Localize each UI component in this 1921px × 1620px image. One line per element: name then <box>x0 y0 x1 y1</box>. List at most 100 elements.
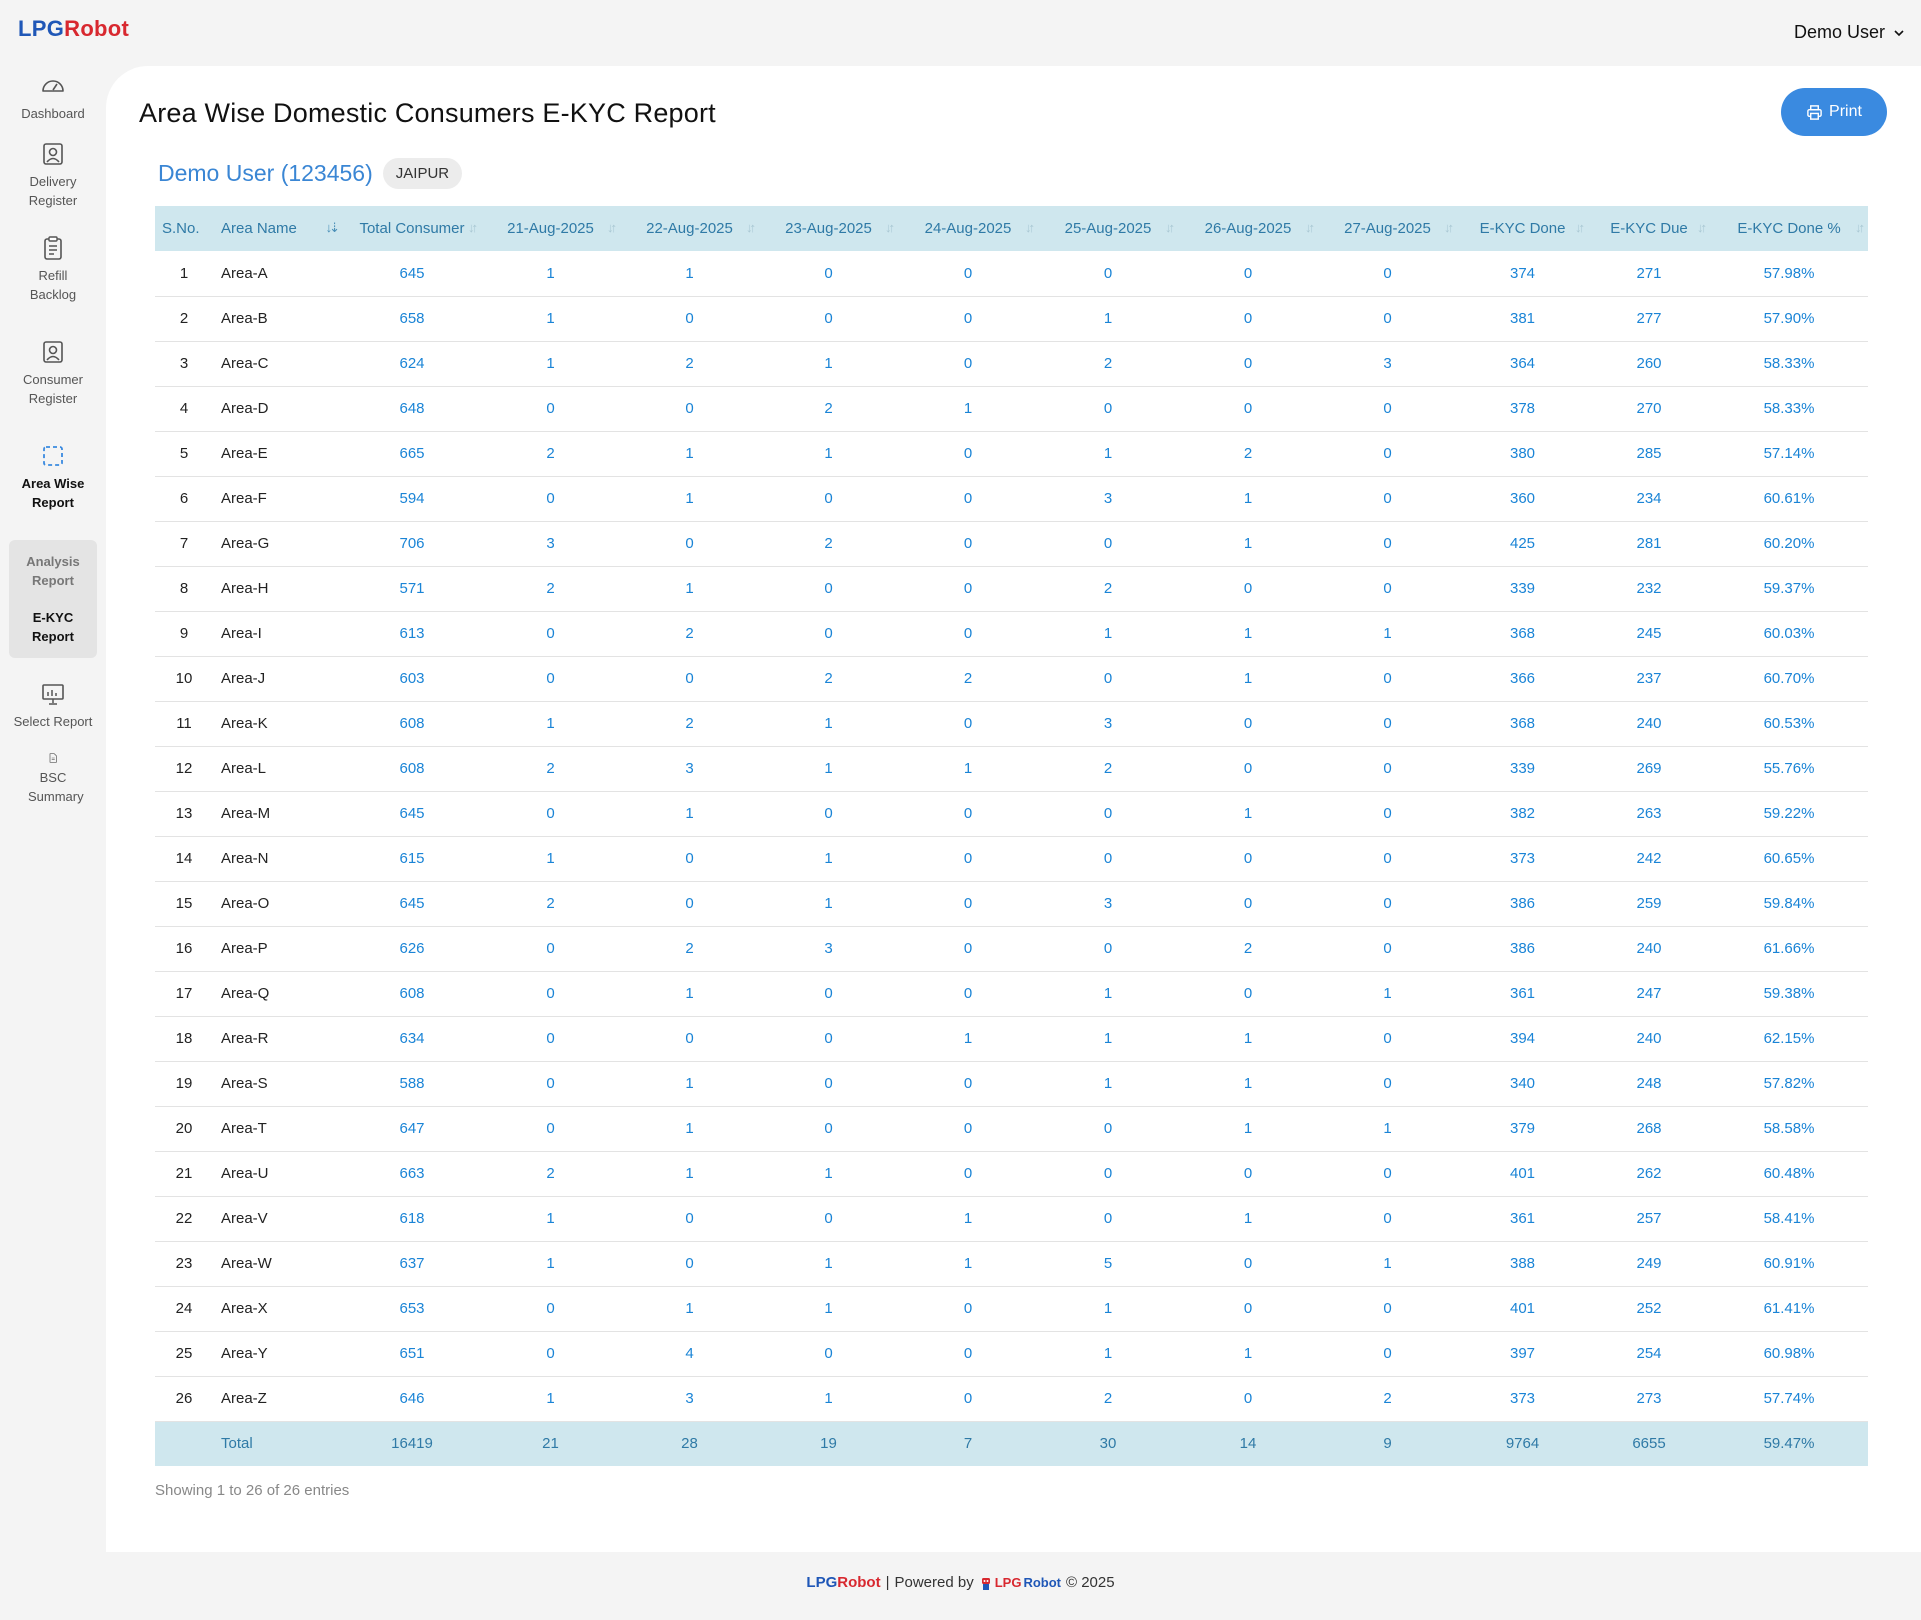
column-header[interactable]: 25-Aug-2025 ↓↑ <box>1038 206 1178 251</box>
column-header-label: Area Name <box>221 220 297 237</box>
sidebar-item-label: Area Wise Report <box>21 476 85 510</box>
table-cell: 0 <box>898 836 1038 882</box>
table-body: 1 Area-A 645 1 1 0 0 0 0 0 374 271 57.98% 2 Area-B 658 1… <box>155 251 1868 1466</box>
table-cell: 2 <box>620 701 759 747</box>
table-cell: 0 <box>620 1241 759 1287</box>
table-cell: 60.70% <box>1710 656 1868 702</box>
table-cell: 1 <box>898 386 1038 432</box>
table-cell: 0 <box>898 341 1038 387</box>
city-badge: JAIPUR <box>382 158 463 189</box>
table-cell: 57.90% <box>1710 296 1868 342</box>
table-row: 10 Area-J 603 0 0 2 2 0 1 0 366 237 60.70% <box>155 656 1868 702</box>
footer: LPGRobot | Powered by LPG Robot © 2025 <box>0 1574 1921 1591</box>
footer-brand-lpg: LPG <box>806 1574 838 1591</box>
table-cell: 2 <box>481 746 620 792</box>
table-cell: 0 <box>1038 251 1178 297</box>
column-header[interactable]: 21-Aug-2025 ↓↑ <box>481 206 620 251</box>
table-cell: 368 <box>1457 701 1588 747</box>
table-cell: Area-Q <box>213 971 343 1017</box>
table-cell: 0 <box>759 251 898 297</box>
user-menu[interactable]: Demo User <box>1794 22 1905 43</box>
document-icon <box>49 753 57 763</box>
sidebar-item-label: Refill Backlog <box>29 268 77 302</box>
table-cell: 2 <box>481 1151 620 1197</box>
table-cell: 242 <box>1588 836 1710 882</box>
table-cell: 21 <box>155 1151 213 1197</box>
table-cell: 17 <box>155 971 213 1017</box>
table-cell: Area-B <box>213 296 343 342</box>
table-cell: 2 <box>759 521 898 567</box>
table-cell: Area-T <box>213 1106 343 1152</box>
table-cell: 0 <box>759 791 898 837</box>
chevron-down-icon <box>1894 29 1904 36</box>
table-cell: 1 <box>481 296 620 342</box>
column-header[interactable]: 22-Aug-2025 ↓↑ <box>620 206 759 251</box>
column-header[interactable]: 27-Aug-2025 ↓↑ <box>1318 206 1457 251</box>
table-cell: Area-P <box>213 926 343 972</box>
column-header[interactable]: S.No. <box>155 206 213 251</box>
sort-icon: ↓↑ <box>1855 220 1865 235</box>
table-cell: 1 <box>759 431 898 477</box>
table-cell: Area-Y <box>213 1331 343 1377</box>
table-cell: 1 <box>481 1376 620 1422</box>
table-cell: 1 <box>481 701 620 747</box>
table-cell: 0 <box>481 611 620 657</box>
footer-small-logo[interactable]: LPG Robot <box>979 1575 1061 1591</box>
table-cell: Area-V <box>213 1196 343 1242</box>
column-header[interactable]: E-KYC Done ↓↑ <box>1457 206 1588 251</box>
table-cell: 425 <box>1457 521 1588 567</box>
table-cell: 0 <box>620 386 759 432</box>
table-cell: 0 <box>898 476 1038 522</box>
table-cell: 382 <box>1457 791 1588 837</box>
table-cell: 237 <box>1588 656 1710 702</box>
table-cell: 401 <box>1457 1286 1588 1332</box>
table-cell: 1 <box>1178 1331 1318 1377</box>
sidebar-item-analysis-report[interactable]: Analysis Report <box>9 552 97 590</box>
sidebar-item-consumer-register[interactable]: Consumer Register <box>0 338 106 442</box>
table-row: 13 Area-M 645 0 1 0 0 0 1 0 382 263 59.22% <box>155 791 1868 837</box>
table-cell: 1 <box>1318 611 1457 657</box>
sidebar-item-refill-backlog[interactable]: Refill Backlog <box>0 234 106 338</box>
app-logo[interactable]: LPGRobot <box>18 16 129 42</box>
column-header[interactable]: Area Name ↓⇣ <box>213 206 343 251</box>
table-cell: 240 <box>1588 701 1710 747</box>
sidebar-item-ekyc-report[interactable]: E-KYC Report <box>9 608 97 646</box>
print-button[interactable]: Print <box>1781 88 1887 136</box>
table-cell: 58.33% <box>1710 386 1868 432</box>
column-header[interactable]: 26-Aug-2025 ↓↑ <box>1178 206 1318 251</box>
column-header[interactable]: E-KYC Due ↓↑ <box>1588 206 1710 251</box>
table-cell: 0 <box>898 881 1038 927</box>
table-cell: 1 <box>1038 1286 1178 1332</box>
column-header[interactable]: E-KYC Done % ↓↑ <box>1710 206 1868 251</box>
table-row: 15 Area-O 645 2 0 1 0 3 0 0 386 259 59.84% <box>155 881 1868 927</box>
table-cell: Area-M <box>213 791 343 837</box>
footer-brand[interactable]: LPGRobot <box>806 1574 880 1591</box>
table-cell: 0 <box>1318 1331 1457 1377</box>
column-header[interactable]: 23-Aug-2025 ↓↑ <box>759 206 898 251</box>
table-cell: 257 <box>1588 1196 1710 1242</box>
sidebar-item-delivery-register[interactable]: Delivery Register <box>0 130 106 234</box>
sidebar-item-area-wise-report[interactable]: Area Wise Report <box>0 442 106 540</box>
table-cell: 0 <box>481 1016 620 1062</box>
table-cell: 364 <box>1457 341 1588 387</box>
table-cell: 653 <box>343 1286 481 1332</box>
sidebar-item-dashboard[interactable]: Dashboard <box>0 66 106 130</box>
table-cell: 0 <box>481 1061 620 1107</box>
table-cell: 3 <box>620 746 759 792</box>
sort-icon: ↓↑ <box>1575 220 1585 235</box>
page-title: Area Wise Domestic Consumers E-KYC Repor… <box>139 98 716 128</box>
table-cell: 24 <box>155 1286 213 1332</box>
sidebar-item-select-report[interactable]: Select Report <box>0 658 106 744</box>
column-header[interactable]: Total Consumer ↓↑ <box>343 206 481 251</box>
column-header[interactable]: 24-Aug-2025 ↓↑ <box>898 206 1038 251</box>
table-cell: 1 <box>620 431 759 477</box>
sidebar-item-bsc-summary[interactable]: BSC Summary <box>0 744 106 806</box>
table-cell: 2 <box>759 656 898 702</box>
table-cell: 60.91% <box>1710 1241 1868 1287</box>
presentation-chart-icon <box>42 684 64 705</box>
table-cell: 60.20% <box>1710 521 1868 567</box>
table-cell: 613 <box>343 611 481 657</box>
column-header-label: 22-Aug-2025 <box>646 220 733 237</box>
column-header-label: 26-Aug-2025 <box>1204 220 1292 237</box>
column-header-label: Total Consumer <box>359 220 465 237</box>
